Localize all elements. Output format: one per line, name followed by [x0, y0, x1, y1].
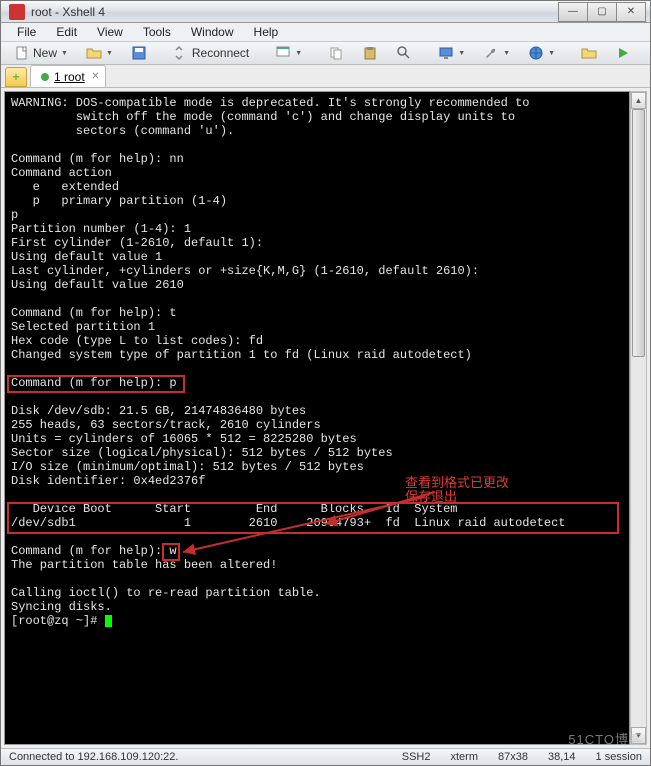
dropdown-icon: ▼: [106, 50, 113, 57]
monitor-icon: [438, 45, 454, 61]
globe-icon: [528, 45, 544, 61]
vertical-scrollbar[interactable]: ▲ ▼: [630, 91, 647, 745]
tab-close-icon[interactable]: ✕: [91, 71, 99, 82]
reconnect-label: Reconnect: [192, 46, 249, 60]
menu-window[interactable]: Window: [183, 23, 242, 41]
application-window: root - Xshell 4 — ▢ ✕ File Edit View Too…: [0, 0, 651, 766]
scroll-thumb[interactable]: [632, 109, 645, 356]
status-size: 87x38: [498, 751, 528, 763]
properties-button[interactable]: ▼: [268, 42, 309, 64]
tab-session[interactable]: 1 root ✕: [30, 65, 106, 87]
tab-add-button[interactable]: +: [5, 67, 27, 87]
status-dot-icon: [41, 73, 49, 81]
reconnect-button[interactable]: Reconnect: [166, 42, 256, 64]
menu-file[interactable]: File: [9, 23, 44, 41]
reconnect-icon: [173, 45, 189, 61]
save-button[interactable]: [124, 42, 154, 64]
terminal-cursor: [105, 615, 112, 627]
menu-view[interactable]: View: [89, 23, 131, 41]
new-label: New: [33, 46, 57, 60]
dropdown-icon: ▼: [503, 50, 510, 57]
copy-button[interactable]: [321, 42, 351, 64]
scroll-track[interactable]: [631, 109, 646, 727]
statusbar: Connected to 192.168.109.120:22. SSH2 xt…: [1, 748, 650, 765]
search-icon: [396, 45, 412, 61]
scroll-up-button[interactable]: ▲: [631, 92, 646, 109]
folder-icon: [581, 45, 597, 61]
tools-button[interactable]: ▼: [476, 42, 517, 64]
dropdown-icon: ▼: [61, 50, 68, 57]
dropdown-icon: ▼: [295, 50, 302, 57]
terminal-area: WARNING: DOS-compatible mode is deprecat…: [1, 88, 650, 748]
dropdown-icon: ▼: [458, 50, 465, 57]
status-sessions: 1 session: [596, 751, 642, 763]
app-icon: [9, 4, 25, 20]
folder-open-icon: [86, 45, 102, 61]
toolbar: New ▼ ▼ Reconnect ▼: [1, 42, 650, 65]
properties-icon: [275, 45, 291, 61]
titlebar: root - Xshell 4 — ▢ ✕: [1, 1, 650, 23]
dropdown-icon: ▼: [548, 50, 555, 57]
status-term: xterm: [451, 751, 479, 763]
maximize-button[interactable]: ▢: [587, 2, 617, 22]
menu-help[interactable]: Help: [246, 23, 287, 41]
watermark: 51CTO博客: [568, 729, 643, 748]
folder-button[interactable]: [574, 42, 604, 64]
window-title: root - Xshell 4: [31, 5, 559, 19]
open-button[interactable]: ▼: [79, 42, 120, 64]
tab-label: 1 root: [54, 70, 85, 84]
screen-button[interactable]: ▼: [431, 42, 472, 64]
paste-button[interactable]: [355, 42, 385, 64]
play-icon: [615, 45, 631, 61]
find-button[interactable]: [389, 42, 419, 64]
menu-edit[interactable]: Edit: [48, 23, 85, 41]
tabbar: + 1 root ✕: [1, 65, 650, 88]
plus-icon: +: [12, 70, 19, 84]
status-protocol: SSH2: [402, 751, 431, 763]
copy-icon: [328, 45, 344, 61]
status-pos: 38,14: [548, 751, 576, 763]
terminal[interactable]: WARNING: DOS-compatible mode is deprecat…: [4, 91, 630, 745]
globe-button[interactable]: ▼: [521, 42, 562, 64]
new-icon: [14, 45, 30, 61]
status-connection: Connected to 192.168.109.120:22.: [9, 751, 178, 763]
close-button[interactable]: ✕: [616, 2, 646, 22]
menu-tools[interactable]: Tools: [135, 23, 179, 41]
run-button[interactable]: [608, 42, 638, 64]
new-button[interactable]: New ▼: [7, 42, 75, 64]
lock-button[interactable]: [642, 42, 651, 64]
minimize-button[interactable]: —: [558, 2, 588, 22]
window-controls: — ▢ ✕: [559, 2, 646, 22]
menubar: File Edit View Tools Window Help: [1, 23, 650, 42]
paste-icon: [362, 45, 378, 61]
wrench-icon: [483, 45, 499, 61]
save-icon: [131, 45, 147, 61]
